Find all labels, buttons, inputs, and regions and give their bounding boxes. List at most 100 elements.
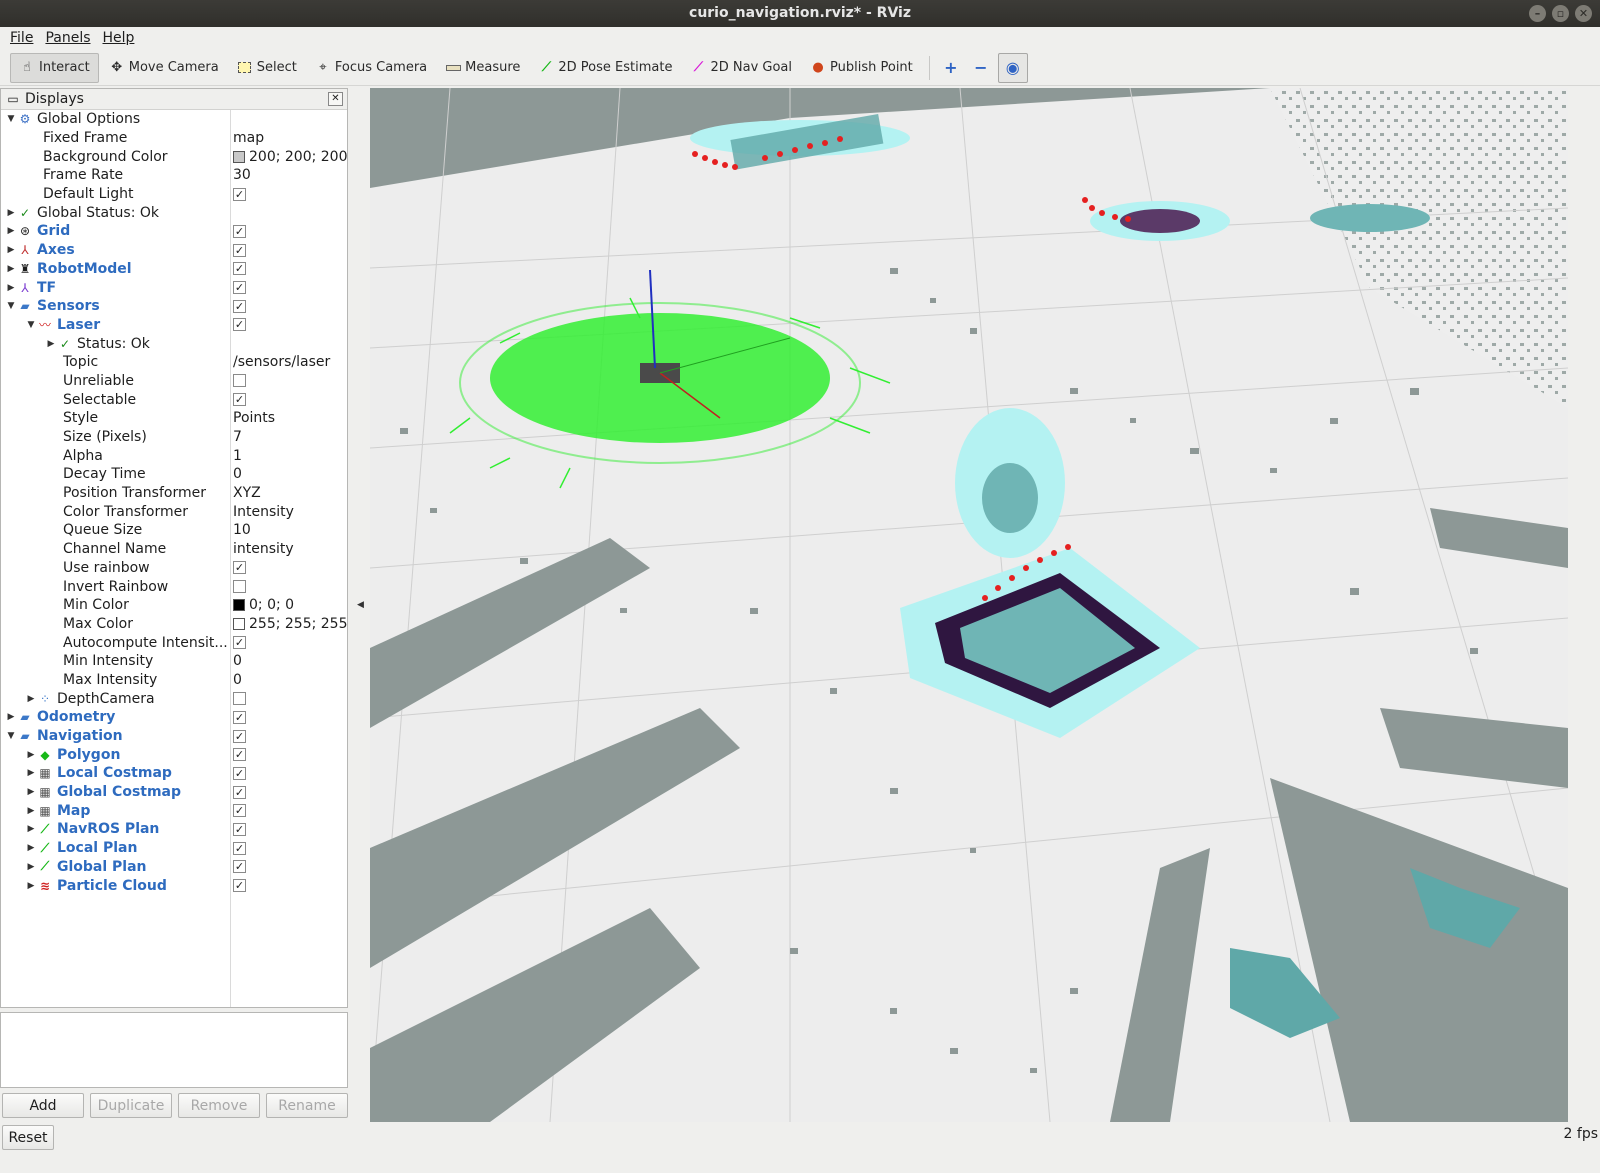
tree-row-color-transformer[interactable]: Color Transformer Intensity [1,502,347,521]
collapsed-arrow-icon[interactable]: ▶ [5,712,17,722]
collapsed-arrow-icon[interactable]: ▶ [25,768,37,778]
tree-row-invert-rainbow[interactable]: Invert Rainbow [1,577,347,596]
expanded-arrow-icon[interactable]: ▼ [5,731,17,741]
tree-row-max-intensity[interactable]: Max Intensity 0 [1,671,347,690]
tree-row-laser-status[interactable]: ▶ ✓ Status: Ok [1,334,347,353]
tree-row-background-color[interactable]: Background Color 200; 200; 200 [1,147,347,166]
tree-row-queue-size[interactable]: Queue Size 10 [1,521,347,540]
collapse-left-arrow-icon[interactable]: ◀ [357,600,364,610]
checkbox[interactable]: ✓ [233,822,246,836]
tree-row-odometry[interactable]: ▶ ▰ Odometry ✓ [1,708,347,727]
rename-button[interactable]: Rename [266,1093,348,1118]
minimize-icon[interactable]: – [1529,5,1546,22]
tree-row-decay-time[interactable]: Decay Time 0 [1,465,347,484]
expanded-arrow-icon[interactable]: ▼ [5,301,17,311]
tree-row-channel-name[interactable]: Channel Name intensity [1,540,347,559]
collapsed-arrow-icon[interactable]: ▶ [5,264,17,274]
collapsed-arrow-icon[interactable]: ▶ [25,824,37,834]
checkbox[interactable]: ✓ [233,860,246,874]
remove-tool-icon[interactable]: − [968,55,994,81]
checkbox[interactable]: ✓ [233,281,246,295]
panel-close-icon[interactable]: ✕ [328,92,343,106]
reset-button[interactable]: Reset [2,1125,54,1150]
tool-focus-camera[interactable]: ⌖ Focus Camera [307,53,435,83]
tree-row-frame-rate[interactable]: Frame Rate 30 [1,166,347,185]
checkbox[interactable] [233,374,246,388]
checkbox[interactable] [233,692,246,706]
tree-row-max-color[interactable]: Max Color 255; 255; 255 [1,615,347,634]
checkbox[interactable]: ✓ [233,393,246,407]
checkbox[interactable]: ✓ [233,262,246,276]
tree-row-alpha[interactable]: Alpha 1 [1,446,347,465]
duplicate-button[interactable]: Duplicate [90,1093,172,1118]
tree-row-axes[interactable]: ▶ ⅄ Axes ✓ [1,241,347,260]
collapsed-arrow-icon[interactable]: ▶ [25,694,37,704]
tree-row-default-light[interactable]: Default Light ✓ [1,185,347,204]
collapsed-arrow-icon[interactable]: ▶ [25,862,37,872]
tree-row-topic[interactable]: Topic /sensors/laser [1,353,347,372]
tree-row-min-intensity[interactable]: Min Intensity 0 [1,652,347,671]
tool-publish-point[interactable]: ● Publish Point [802,53,921,83]
collapsed-arrow-icon[interactable]: ▶ [45,339,57,349]
add-button[interactable]: Add [2,1093,84,1118]
tree-row-navigation[interactable]: ▼ ▰ Navigation ✓ [1,727,347,746]
tree-row-global-options[interactable]: ▼ ⚙ Global Options [1,110,347,129]
close-icon[interactable]: ✕ [1575,5,1592,22]
tree-row-polygon[interactable]: ▶ ◆ Polygon ✓ [1,745,347,764]
checkbox[interactable]: ✓ [233,729,246,743]
checkbox[interactable]: ✓ [233,766,246,780]
tree-row-local-plan[interactable]: ▶ ⟋ Local Plan ✓ [1,839,347,858]
tree-row-grid[interactable]: ▶ ⊛ Grid ✓ [1,222,347,241]
scene-canvas[interactable] [370,88,1568,1122]
color-swatch[interactable] [233,617,245,630]
tree-row-fixed-frame[interactable]: Fixed Frame map [1,129,347,148]
checkbox[interactable]: ✓ [233,841,246,855]
menu-file[interactable]: File [4,30,39,46]
color-swatch[interactable] [233,150,245,163]
checkbox[interactable] [233,580,246,594]
tree-row-style[interactable]: Style Points [1,409,347,428]
tree-row-use-rainbow[interactable]: Use rainbow ✓ [1,559,347,578]
expanded-arrow-icon[interactable]: ▼ [5,114,17,124]
tree-row-global-costmap[interactable]: ▶ ▦ Global Costmap ✓ [1,783,347,802]
checkbox[interactable]: ✓ [233,804,246,818]
tree-row-sensors[interactable]: ▼ ▰ Sensors ✓ [1,297,347,316]
tool-2d-pose-estimate[interactable]: ⟋ 2D Pose Estimate [530,53,680,83]
expanded-arrow-icon[interactable]: ▼ [25,320,37,330]
collapsed-arrow-icon[interactable]: ▶ [25,881,37,891]
tool-move-camera[interactable]: ✥ Move Camera [101,53,227,83]
maximize-icon[interactable]: ▫ [1552,5,1569,22]
checkbox[interactable]: ✓ [233,243,246,257]
menu-help[interactable]: Help [97,30,141,46]
tree-row-size-pixels[interactable]: Size (Pixels) 7 [1,428,347,447]
checkbox[interactable]: ✓ [233,224,246,238]
color-swatch[interactable] [233,599,245,612]
tree-row-global-status[interactable]: ▶ ✓ Global Status: Ok [1,203,347,222]
checkbox[interactable]: ✓ [233,785,246,799]
collapsed-arrow-icon[interactable]: ▶ [25,750,37,760]
collapsed-arrow-icon[interactable]: ▶ [5,226,17,236]
tree-row-laser[interactable]: ▼ 〰 Laser ✓ [1,316,347,335]
checkbox[interactable]: ✓ [233,879,246,893]
tree-row-particle-cloud[interactable]: ▶ ≋ Particle Cloud ✓ [1,876,347,895]
tree-row-robotmodel[interactable]: ▶ ♜ RobotModel ✓ [1,260,347,279]
tree-row-navros-plan[interactable]: ▶ ⟋ NavROS Plan ✓ [1,820,347,839]
tree-row-autocompute-intensity[interactable]: Autocompute Intensit... ✓ [1,633,347,652]
collapsed-arrow-icon[interactable]: ▶ [5,208,17,218]
tree-row-min-color[interactable]: Min Color 0; 0; 0 [1,596,347,615]
tree-row-map[interactable]: ▶ ▦ Map ✓ [1,801,347,820]
tree-row-global-plan[interactable]: ▶ ⟋ Global Plan ✓ [1,858,347,877]
checkbox[interactable]: ✓ [233,561,246,575]
collapsed-arrow-icon[interactable]: ▶ [25,787,37,797]
eye-icon[interactable]: ◉ [997,52,1028,83]
tool-2d-nav-goal[interactable]: ⟋ 2D Nav Goal [682,53,800,83]
tree-row-tf[interactable]: ▶ ⅄ TF ✓ [1,278,347,297]
tool-measure[interactable]: Measure [437,53,528,83]
tree-row-unreliable[interactable]: Unreliable [1,372,347,391]
tree-row-position-transformer[interactable]: Position Transformer XYZ [1,484,347,503]
collapsed-arrow-icon[interactable]: ▶ [25,806,37,816]
tree-row-local-costmap[interactable]: ▶ ▦ Local Costmap ✓ [1,764,347,783]
collapsed-arrow-icon[interactable]: ▶ [5,245,17,255]
checkbox[interactable]: ✓ [233,748,246,762]
render-viewport[interactable] [370,88,1568,1122]
